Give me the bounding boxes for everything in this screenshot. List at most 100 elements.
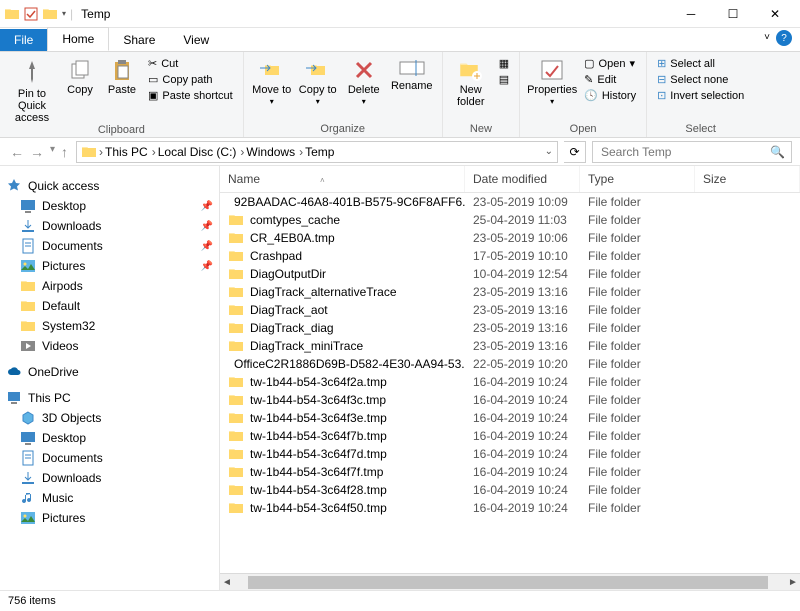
- column-name[interactable]: Name˄: [220, 166, 465, 192]
- file-row[interactable]: tw-1b44-b54-3c64f3c.tmp 16-04-2019 10:24…: [220, 391, 800, 409]
- tab-home[interactable]: Home: [47, 27, 109, 51]
- file-row[interactable]: tw-1b44-b54-3c64f7b.tmp 16-04-2019 10:24…: [220, 427, 800, 445]
- file-row[interactable]: comtypes_cache 25-04-2019 11:03 File fol…: [220, 211, 800, 229]
- navigation-pane[interactable]: Quick accessDesktop📌Downloads📌Documents📌…: [0, 166, 220, 590]
- column-date[interactable]: Date modified: [465, 166, 580, 192]
- move-to-button[interactable]: Move to▾: [250, 54, 294, 107]
- nav-item[interactable]: Documents📌: [0, 236, 219, 256]
- nav-item[interactable]: Music: [0, 488, 219, 508]
- easy-access-button[interactable]: ▤: [495, 72, 513, 87]
- path-icon: ▭: [148, 73, 158, 86]
- file-row[interactable]: tw-1b44-b54-3c64f3e.tmp 16-04-2019 10:24…: [220, 409, 800, 427]
- file-row[interactable]: DiagTrack_diag 23-05-2019 13:16 File fol…: [220, 319, 800, 337]
- breadcrumb-dropdown[interactable]: ⌄: [545, 146, 553, 157]
- nav-this-pc[interactable]: This PC: [0, 388, 219, 408]
- scissors-icon: ✂: [148, 57, 157, 70]
- nav-item[interactable]: Pictures: [0, 508, 219, 528]
- properties-button[interactable]: Properties▾: [526, 54, 578, 107]
- ribbon-group-organize: Move to▾ Copy to▾ Delete▾ Rename Organiz…: [244, 52, 443, 137]
- folder-icon: [4, 6, 20, 22]
- nav-forward-button[interactable]: →: [28, 144, 46, 160]
- status-bar: 756 items: [0, 590, 800, 611]
- file-row[interactable]: DiagTrack_aot 23-05-2019 13:16 File fold…: [220, 301, 800, 319]
- breadcrumb-seg[interactable]: Windows›: [246, 145, 303, 159]
- rename-button[interactable]: Rename: [388, 54, 436, 92]
- search-icon: 🔍: [770, 145, 785, 159]
- copy-path-button[interactable]: ▭Copy path: [144, 72, 237, 87]
- file-row[interactable]: 92BAADAC-46A8-401B-B575-9C6F8AFF6... 23-…: [220, 193, 800, 211]
- breadcrumb[interactable]: › This PC› Local Disc (C:)› Windows› Tem…: [76, 141, 558, 163]
- ribbon-group-new: New folder ▦ ▤ New: [443, 52, 520, 137]
- search-box[interactable]: 🔍: [592, 141, 792, 163]
- qat-dropdown[interactable]: ▾: [62, 9, 66, 18]
- nav-onedrive[interactable]: OneDrive: [0, 362, 219, 382]
- breadcrumb-seg[interactable]: Local Disc (C:)›: [158, 145, 245, 159]
- nav-item[interactable]: Pictures📌: [0, 256, 219, 276]
- tab-file[interactable]: File: [0, 29, 47, 51]
- file-row[interactable]: DiagTrack_miniTrace 23-05-2019 13:16 Fil…: [220, 337, 800, 355]
- column-type[interactable]: Type: [580, 166, 695, 192]
- search-input[interactable]: [599, 144, 770, 160]
- nav-item[interactable]: Desktop📌: [0, 196, 219, 216]
- history-button[interactable]: 🕓History: [580, 88, 640, 103]
- cut-button[interactable]: ✂Cut: [144, 56, 237, 71]
- copy-button[interactable]: Copy: [60, 54, 100, 96]
- open-button[interactable]: ▢Open ▾: [580, 56, 640, 71]
- ribbon-group-open: Properties▾ ▢Open ▾ ✎Edit 🕓History Open: [520, 52, 647, 137]
- file-row[interactable]: OfficeC2R1886D69B-D582-4E30-AA94-53... 2…: [220, 355, 800, 373]
- file-row[interactable]: tw-1b44-b54-3c64f2a.tmp 16-04-2019 10:24…: [220, 373, 800, 391]
- delete-button[interactable]: Delete▾: [342, 54, 386, 107]
- file-row[interactable]: tw-1b44-b54-3c64f28.tmp 16-04-2019 10:24…: [220, 481, 800, 499]
- nav-item[interactable]: Default: [0, 296, 219, 316]
- help-icon[interactable]: ?: [776, 30, 792, 46]
- file-row[interactable]: tw-1b44-b54-3c64f50.tmp 16-04-2019 10:24…: [220, 499, 800, 517]
- nav-recent-button[interactable]: ▾: [48, 144, 57, 160]
- file-row[interactable]: DiagOutputDir 10-04-2019 12:54 File fold…: [220, 265, 800, 283]
- folder-icon: [81, 144, 97, 160]
- pin-quick-access-button[interactable]: Pin to Quick access: [6, 54, 58, 124]
- file-row[interactable]: Crashpad 17-05-2019 10:10 File folder: [220, 247, 800, 265]
- nav-item[interactable]: System32: [0, 316, 219, 336]
- select-none-button[interactable]: ⊟Select none: [653, 72, 748, 87]
- file-row[interactable]: DiagTrack_alternativeTrace 23-05-2019 13…: [220, 283, 800, 301]
- tab-share[interactable]: Share: [109, 29, 169, 51]
- breadcrumb-seg[interactable]: This PC›: [105, 145, 156, 159]
- nav-item[interactable]: Airpods: [0, 276, 219, 296]
- paste-button[interactable]: Paste: [102, 54, 142, 96]
- nav-item[interactable]: Downloads📌: [0, 216, 219, 236]
- file-row[interactable]: tw-1b44-b54-3c64f7d.tmp 16-04-2019 10:24…: [220, 445, 800, 463]
- minimize-button[interactable]: ─: [670, 0, 712, 28]
- nav-item[interactable]: Videos: [0, 336, 219, 356]
- tab-view[interactable]: View: [169, 29, 223, 51]
- select-all-button[interactable]: ⊞Select all: [653, 56, 748, 71]
- new-item-button[interactable]: ▦: [495, 56, 513, 71]
- maximize-button[interactable]: ☐: [712, 0, 754, 28]
- nav-item[interactable]: Downloads: [0, 468, 219, 488]
- file-row[interactable]: tw-1b44-b54-3c64f7f.tmp 16-04-2019 10:24…: [220, 463, 800, 481]
- paste-shortcut-button[interactable]: ▣Paste shortcut: [144, 88, 237, 103]
- nav-item[interactable]: 3D Objects: [0, 408, 219, 428]
- pin-icon: 📌: [201, 201, 213, 212]
- nav-up-button[interactable]: ↑: [59, 144, 70, 160]
- refresh-button[interactable]: ⟳: [564, 141, 586, 163]
- file-row[interactable]: CR_4EB0A.tmp 23-05-2019 10:06 File folde…: [220, 229, 800, 247]
- new-item-icon: ▦: [499, 57, 509, 70]
- edit-button[interactable]: ✎Edit: [580, 72, 640, 87]
- select-all-icon: ⊞: [657, 57, 666, 70]
- copy-to-button[interactable]: Copy to▾: [296, 54, 340, 107]
- horizontal-scrollbar[interactable]: ◄►: [220, 573, 800, 590]
- nav-quick-access[interactable]: Quick access: [0, 176, 219, 196]
- breadcrumb-seg[interactable]: Temp: [305, 145, 334, 159]
- ribbon: Pin to Quick access Copy Paste ✂Cut ▭Cop…: [0, 52, 800, 138]
- nav-item[interactable]: Desktop: [0, 428, 219, 448]
- new-folder-button[interactable]: New folder: [449, 54, 493, 108]
- invert-icon: ⊡: [657, 89, 666, 102]
- close-button[interactable]: ✕: [754, 0, 796, 28]
- item-count: 756 items: [8, 595, 56, 607]
- nav-item[interactable]: Documents: [0, 448, 219, 468]
- nav-back-button[interactable]: ←: [8, 144, 26, 160]
- checkbox-icon[interactable]: [24, 7, 38, 21]
- column-size[interactable]: Size: [695, 166, 800, 192]
- ribbon-collapse-icon[interactable]: ˅: [764, 32, 770, 43]
- invert-selection-button[interactable]: ⊡Invert selection: [653, 88, 748, 103]
